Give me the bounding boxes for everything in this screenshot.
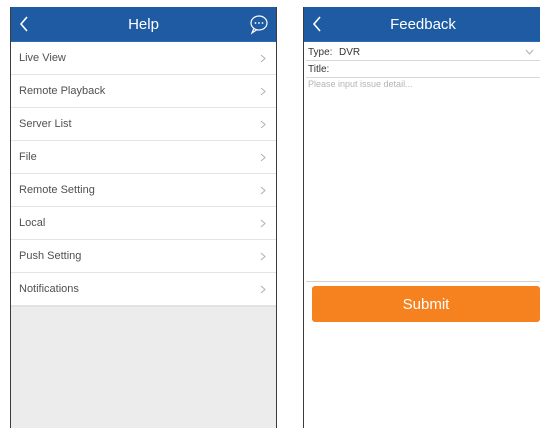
help-topic-list: Live View Remote Playback Server List Fi… xyxy=(11,42,276,306)
chevron-right-icon xyxy=(260,219,266,228)
help-item-notifications[interactable]: Notifications xyxy=(11,273,276,306)
help-item-remote-setting[interactable]: Remote Setting xyxy=(11,174,276,207)
help-item-label: Remote Playback xyxy=(19,85,106,97)
chevron-right-icon xyxy=(260,153,266,162)
feedback-header: Feedback xyxy=(304,7,540,42)
help-item-server-list[interactable]: Server List xyxy=(11,108,276,141)
chevron-right-icon xyxy=(260,252,266,261)
page-title: Help xyxy=(128,16,159,33)
help-item-live-view[interactable]: Live View xyxy=(11,42,276,75)
help-item-label: File xyxy=(19,151,37,163)
help-header: Help xyxy=(11,7,276,42)
issue-detail-input[interactable] xyxy=(306,77,540,282)
feedback-button[interactable] xyxy=(248,13,270,35)
empty-area xyxy=(11,306,276,428)
help-screen: Help Live View Remote Playback Server Li… xyxy=(10,7,277,428)
chat-bubble-icon xyxy=(248,15,270,39)
feedback-screen: Feedback Type: DVR Title: Submit xyxy=(303,7,540,428)
help-item-push-setting[interactable]: Push Setting xyxy=(11,240,276,273)
chevron-right-icon xyxy=(260,54,266,63)
chevron-down-icon[interactable] xyxy=(525,49,534,55)
type-value: DVR xyxy=(339,47,361,58)
help-item-label: Server List xyxy=(19,118,72,130)
help-item-remote-playback[interactable]: Remote Playback xyxy=(11,75,276,108)
chevron-right-icon xyxy=(260,87,266,96)
type-select[interactable]: Type: DVR xyxy=(306,44,540,61)
help-item-label: Push Setting xyxy=(19,250,82,262)
type-label: Type: xyxy=(308,47,333,58)
chevron-right-icon xyxy=(260,120,266,129)
help-item-label: Local xyxy=(19,217,46,229)
chevron-right-icon xyxy=(260,285,266,294)
help-item-label: Live View xyxy=(19,52,66,64)
help-item-label: Remote Setting xyxy=(19,184,95,196)
title-field[interactable]: Title: xyxy=(306,61,540,78)
title-label: Title: xyxy=(308,64,330,75)
page-title: Feedback xyxy=(390,16,456,33)
chevron-right-icon xyxy=(260,186,266,195)
help-item-label: Notifications xyxy=(19,283,79,295)
help-item-file[interactable]: File xyxy=(11,141,276,174)
submit-button[interactable]: Submit xyxy=(312,286,540,322)
help-item-local[interactable]: Local xyxy=(11,207,276,240)
